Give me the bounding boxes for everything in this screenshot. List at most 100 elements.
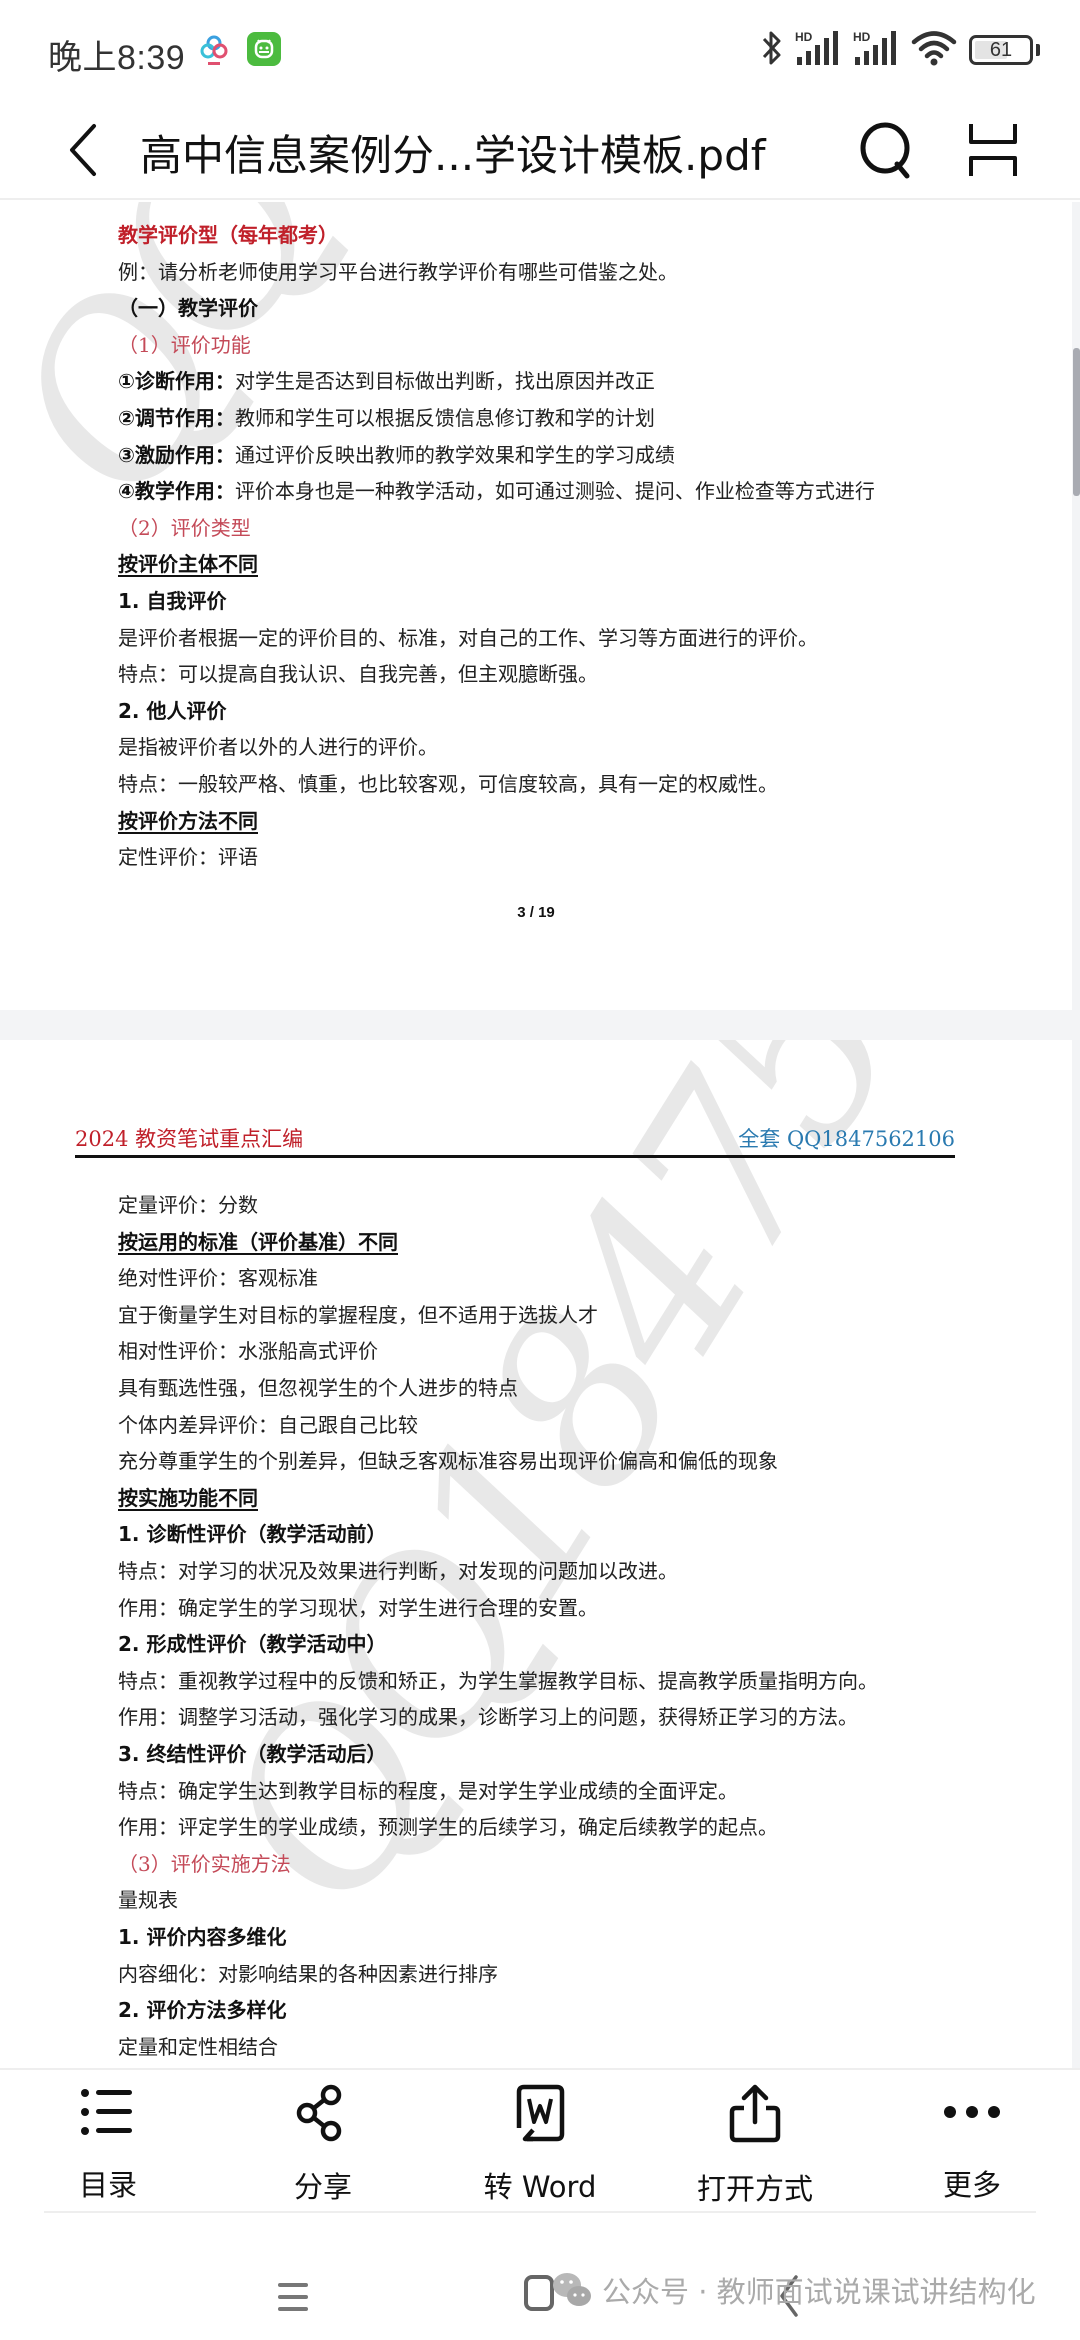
toolbar-convert-word-button[interactable]: 转 Word (460, 2084, 620, 2204)
paragraph-line: 作用：调整学习活动，强化学习的成果，诊断学习上的问题，获得矫正学习的方法。 (118, 1705, 858, 1730)
bluetooth-icon (761, 29, 783, 71)
open-with-icon (725, 2084, 785, 2144)
search-button[interactable] (855, 118, 919, 182)
toolbar-label: 更多 (942, 2168, 1001, 2202)
svg-text:HD: HD (853, 30, 871, 44)
signal-hd-2-icon: HD (853, 29, 899, 71)
subsection-heading: （3）评价实施方法 (118, 1851, 291, 1876)
section-heading: 教学评价型（每年都考） (118, 223, 338, 247)
category-heading: 按运用的标准（评价基准）不同 (118, 1229, 398, 1254)
paragraph-label: ④教学作用： (118, 479, 235, 504)
bottom-toolbar: 目录 分享 转 Word 打开方式 更多 (0, 2068, 1080, 2214)
cloud-sync-icon (200, 34, 228, 68)
labeled-paragraph: ③激励作用：通过评价反映出教师的教学效果和学生的学习成绩 (118, 442, 675, 468)
toolbar-more-button[interactable]: 更多 (892, 2084, 1052, 2204)
page-layout-button[interactable] (965, 118, 1021, 182)
paragraph-label: ①诊断作用： (118, 369, 235, 394)
recent-apps-button[interactable] (272, 2277, 314, 2317)
toolbar-label: 目录 (78, 2168, 137, 2202)
page-layout-icon (969, 124, 1017, 176)
system-navigation-bar: 公众号 · 教师面试说课试讲结构化 (0, 2213, 1080, 2340)
item-heading: 1. 诊断性评价（教学活动前） (118, 1522, 387, 1547)
paragraph-line: 宜于衡量学生对目标的掌握程度，但不适用于选拔人才 (118, 1302, 598, 1327)
item-heading: 2. 形成性评价（教学活动中） (118, 1632, 387, 1657)
system-status-icons: HD HD 61 (761, 30, 1040, 70)
labeled-paragraph: ①诊断作用：对学生是否达到目标做出判断，找出原因并改正 (118, 368, 655, 394)
subsection-heading: （2）评价类型 (118, 515, 251, 540)
word-convert-icon (510, 2084, 570, 2142)
paragraph-line: 特点：可以提高自我认识、自我完善，但主观臆断强。 (118, 662, 598, 687)
page-header: 2024 教资笔试重点汇编 全套 QQ1847562106 (75, 1127, 955, 1158)
paragraph-line: 特点：一般较严格、慎重，也比较客观，可信度较高，具有一定的权威性。 (118, 772, 778, 796)
category-heading: 按评价方法不同 (118, 808, 258, 833)
paragraph-line: 特点：对学习的状况及效果进行判断，对发现的问题加以改进。 (118, 1559, 678, 1583)
paragraph-line: 具有甄选性强，但忽视学生的个人进步的特点 (118, 1376, 518, 1400)
signal-hd-1-icon: HD (795, 29, 841, 71)
page-number: 3 / 19 (517, 904, 555, 921)
category-heading: 按评价主体不同 (118, 552, 258, 577)
paragraph-text: 教师和学生可以根据反馈信息修订教和学的计划 (234, 406, 655, 430)
item-heading: 1. 评价内容多维化 (118, 1925, 287, 1949)
paragraph-line: 特点：确定学生达到教学目标的程度，是对学生学业成绩的全面评定。 (118, 1778, 738, 1803)
status-time: 晚上8:39 (48, 39, 186, 77)
item-heading: 3. 终结性评价（教学活动后） (118, 1742, 387, 1766)
scrollbar-thumb[interactable] (1073, 348, 1080, 496)
pdf-page-4: QQ1847562106 2024 教资笔试重点汇编 全套 QQ18475621… (0, 1040, 1072, 2068)
share-icon (293, 2084, 353, 2142)
wifi-icon (911, 29, 957, 71)
back-button[interactable] (58, 118, 108, 182)
toolbar-label: 分享 (293, 2170, 352, 2204)
paragraph-line: 相对性评价：水涨船高式评价 (118, 1339, 378, 1364)
footer-watermark-text: 公众号 · 教师面试说课试讲结构化 (602, 2275, 1036, 2309)
svg-text:HD: HD (795, 30, 813, 44)
paragraph-text: 对学生是否达到目标做出判断，找出原因并改正 (234, 369, 655, 394)
toolbar-label: 转 Word (483, 2170, 597, 2204)
paragraph-text: 评价本身也是一种教学活动，如可通过测验、提问、作业检查等方式进行 (234, 479, 875, 504)
paragraph-line: 绝对性评价：客观标准 (118, 1266, 318, 1291)
item-heading: （一）教学评价 (118, 296, 258, 321)
paragraph-line: 是评价者根据一定的评价目的、标准，对自己的工作、学习等方面进行的评价。 (118, 625, 818, 650)
paragraph-line: 作用：评定学生的学业成绩，预测学生的后续学习，确定后续教学的起点。 (118, 1815, 778, 1840)
title-bar: 高中信息案例分...学设计模板.pdf (0, 100, 1080, 200)
labeled-paragraph: ②调节作用：教师和学生可以根据反馈信息修订教和学的计划 (118, 405, 655, 431)
chevron-left-icon (70, 124, 96, 176)
paragraph-line: 量规表 (118, 1888, 178, 1913)
footer-watermark: 公众号 · 教师面试说课试讲结构化 (550, 2265, 1036, 2315)
item-heading: 1. 自我评价 (118, 589, 227, 613)
paragraph-line: 定量和定性相结合 (118, 2034, 278, 2059)
category-heading: 按实施功能不同 (118, 1485, 258, 1510)
paragraph-line: 作用：确定学生的学习现状，对学生进行合理的安置。 (118, 1595, 598, 1620)
list-icon (78, 2084, 138, 2140)
item-heading: 2. 评价方法多样化 (118, 1998, 287, 2023)
page-header-left: 2024 教资笔试重点汇编 (75, 1127, 304, 1151)
menu-icon (278, 2283, 308, 2311)
paragraph-label: ②调节作用： (118, 406, 235, 430)
paragraph-line: 特点：重视教学过程中的反馈和矫正，为学生掌握教学目标、提高教学质量指明方向。 (118, 1668, 878, 1693)
document-title: 高中信息案例分...学设计模板.pdf (140, 131, 766, 180)
battery-level: 61 (989, 38, 1013, 61)
toolbar-contents-button[interactable]: 目录 (28, 2084, 188, 2204)
battery-tip (1036, 44, 1040, 56)
status-bar: 晚上8:39 HD HD 61 (0, 0, 1080, 100)
paragraph-line: 充分尊重学生的个别差异，但缺乏客观标准容易出现评价偏高和偏低的现象 (118, 1449, 778, 1474)
pdf-viewer[interactable]: QQ1847562106 教学评价型（每年都考）例：请分析老师使用学习平台进行教… (0, 202, 1080, 2068)
page-header-right: 全套 QQ1847562106 (738, 1127, 955, 1151)
paragraph-line: 定量评价：分数 (118, 1193, 258, 1217)
paragraph-line: 内容细化：对影响结果的各种因素进行排序 (118, 1961, 498, 1986)
labeled-paragraph: ④教学作用：评价本身也是一种教学活动，如可通过测验、提问、作业检查等方式进行 (118, 478, 875, 504)
toolbar-share-button[interactable]: 分享 (243, 2084, 403, 2204)
pdf-page-3: QQ1847562106 教学评价型（每年都考）例：请分析老师使用学习平台进行教… (0, 202, 1072, 1010)
battery-icon: 61 (969, 35, 1033, 65)
paragraph-line: 是指被评价者以外的人进行的评价。 (118, 735, 438, 760)
more-icon (942, 2084, 1002, 2140)
subsection-heading: （1）评价功能 (118, 332, 251, 357)
toolbar-open-with-button[interactable]: 打开方式 (675, 2084, 835, 2206)
paragraph-line: 例：请分析老师使用学习平台进行教学评价有哪些可借鉴之处。 (118, 259, 678, 284)
paragraph-label: ③激励作用： (118, 442, 235, 467)
paragraph-line: 定性评价：评语 (118, 845, 258, 870)
item-heading: 2. 他人评价 (118, 698, 227, 723)
paragraph-text: 通过评价反映出教师的教学效果和学生的学习成绩 (234, 442, 675, 467)
toolbar-label: 打开方式 (696, 2172, 813, 2206)
wechat-icon (553, 2273, 591, 2306)
search-icon (860, 122, 910, 179)
